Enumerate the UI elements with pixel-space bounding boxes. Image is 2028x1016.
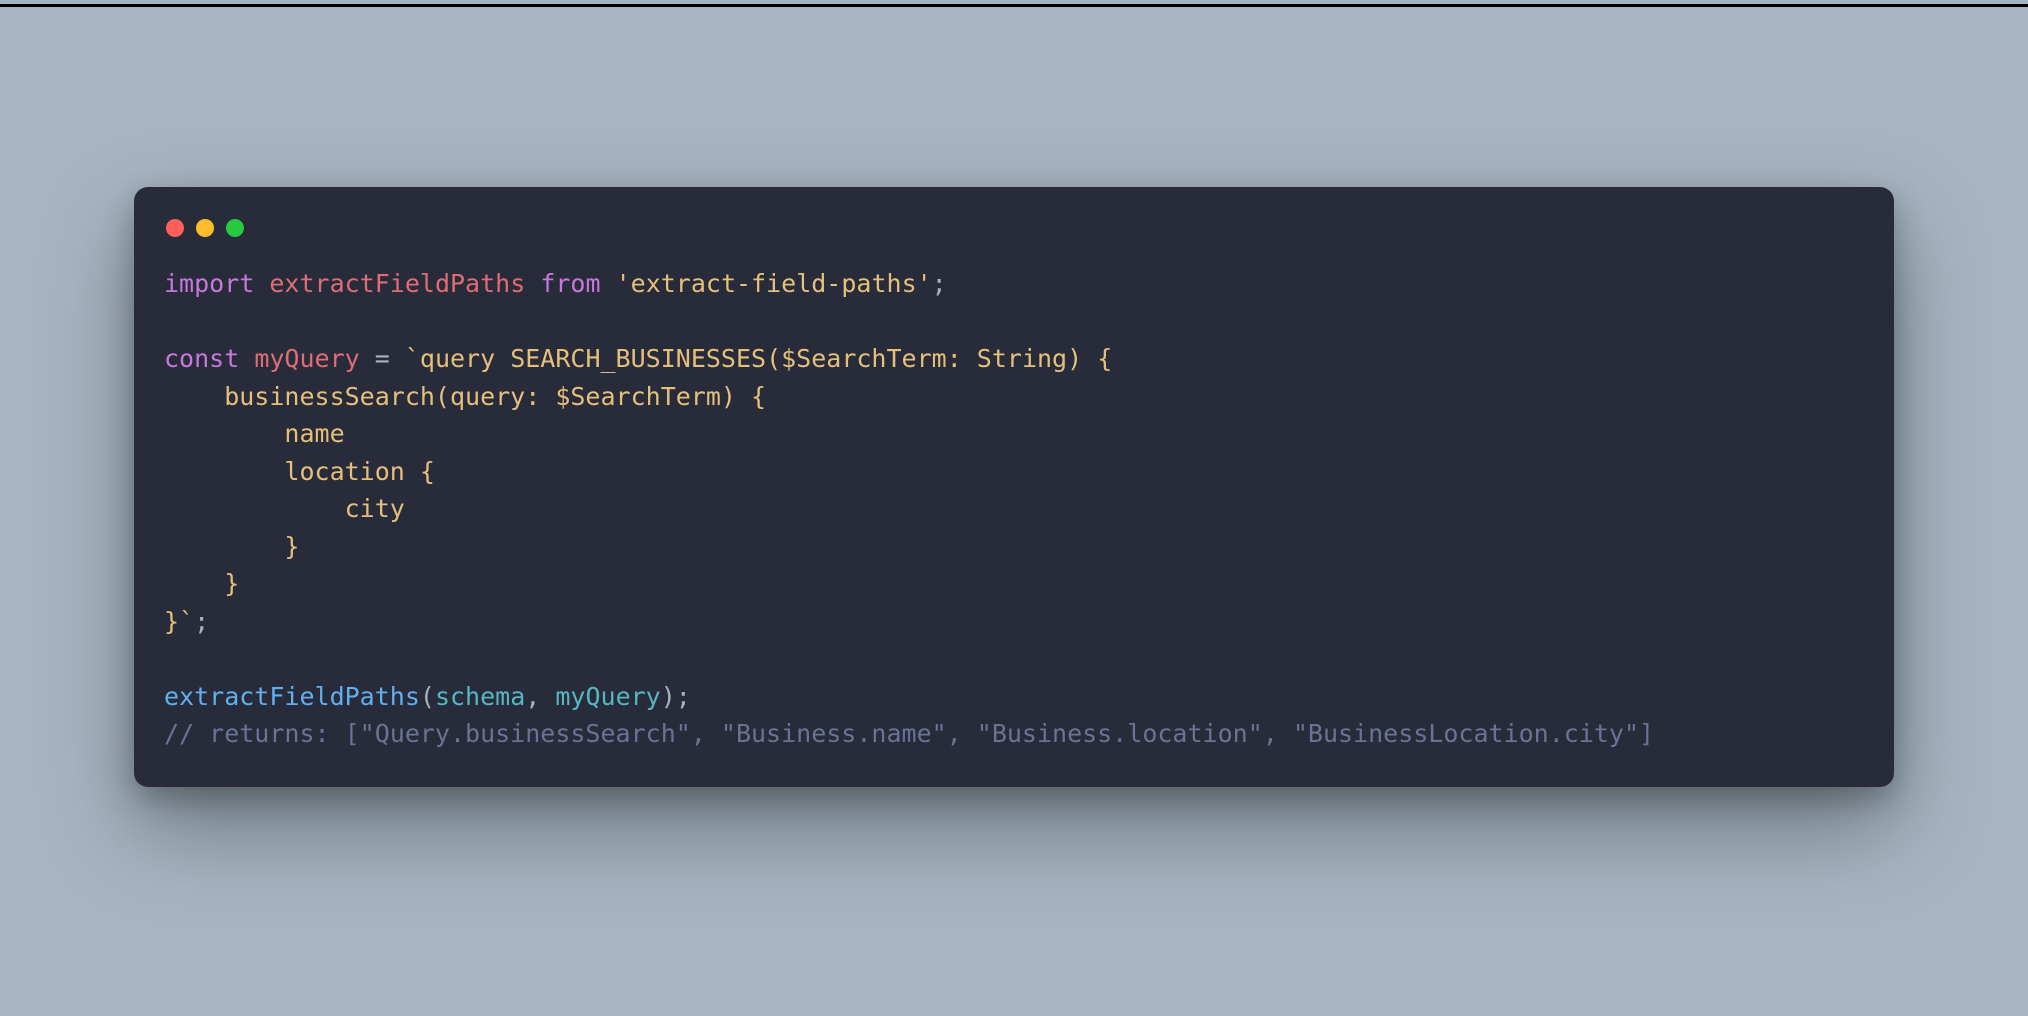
minimize-icon[interactable] (196, 219, 214, 237)
keyword-from: from (540, 269, 600, 298)
template-literal-line: city (164, 494, 405, 523)
template-literal-end: }` (164, 607, 194, 636)
arg-schema: schema (435, 682, 525, 711)
paren-close: ) (661, 682, 676, 711)
template-literal-start: `query SEARCH_BUSINESSES($SearchTerm: St… (405, 344, 1112, 373)
code-block: import extractFieldPaths from 'extract-f… (164, 265, 1864, 753)
semicolon: ; (932, 269, 947, 298)
close-icon[interactable] (166, 219, 184, 237)
template-literal-line: } (164, 569, 239, 598)
template-literal-line: name (164, 419, 345, 448)
semicolon: ; (676, 682, 691, 711)
template-literal-line: } (164, 532, 299, 561)
template-literal-line: businessSearch(query: $SearchTerm) { (164, 382, 766, 411)
string-module-path: 'extract-field-paths' (616, 269, 932, 298)
window-traffic-lights (164, 211, 1864, 265)
keyword-const: const (164, 344, 239, 373)
comment-returns: // returns: ["Query.businessSearch", "Bu… (164, 719, 1654, 748)
stage: import extractFieldPaths from 'extract-f… (4, 7, 2024, 787)
template-literal-line: location { (164, 457, 435, 486)
ident-extractFieldPaths: extractFieldPaths (269, 269, 525, 298)
paren-open: ( (420, 682, 435, 711)
equals: = (360, 344, 405, 373)
code-window: import extractFieldPaths from 'extract-f… (134, 187, 1894, 787)
page-frame: import extractFieldPaths from 'extract-f… (0, 4, 2028, 787)
comma: , (525, 682, 555, 711)
maximize-icon[interactable] (226, 219, 244, 237)
keyword-import: import (164, 269, 254, 298)
ident-myQuery: myQuery (254, 344, 359, 373)
arg-myQuery: myQuery (555, 682, 660, 711)
semicolon: ; (194, 607, 209, 636)
function-call-extractFieldPaths: extractFieldPaths (164, 682, 420, 711)
